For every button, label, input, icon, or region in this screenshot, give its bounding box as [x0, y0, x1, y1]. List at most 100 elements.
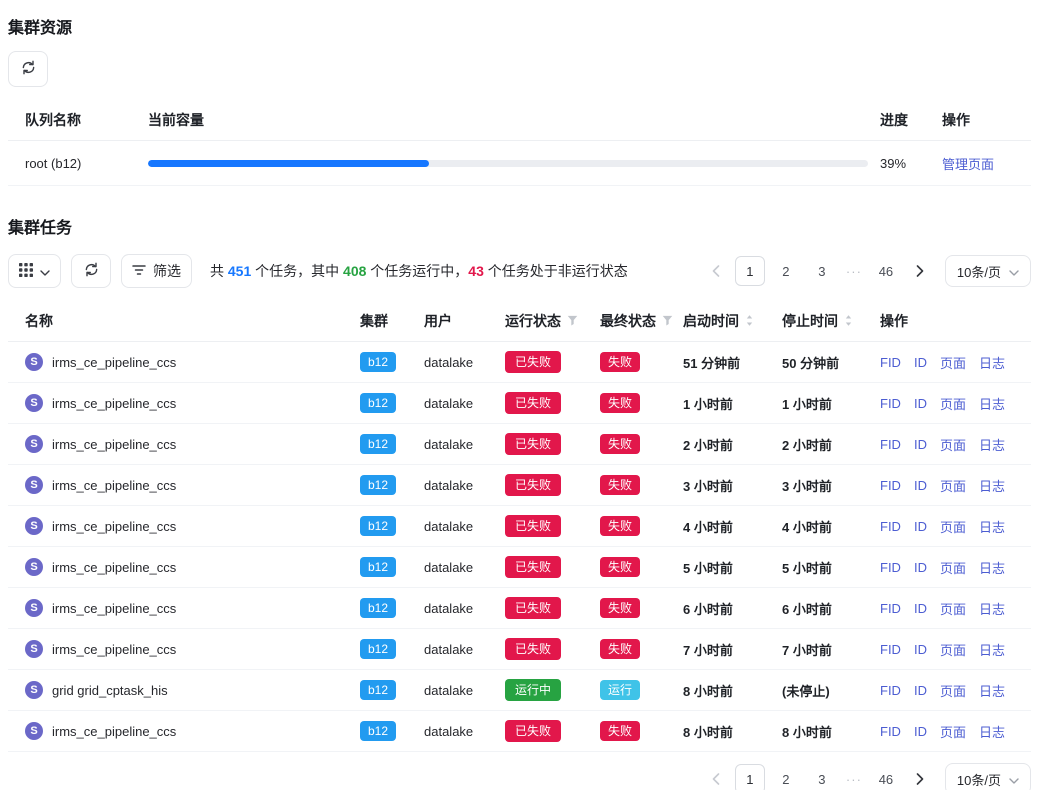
- filter-funnel-icon[interactable]: [662, 315, 673, 326]
- final-status-badge: 失败: [600, 516, 640, 536]
- run-status-badge: 已失败: [505, 433, 561, 455]
- resources-table: 队列名称 当前容量 进度 操作 root (b12) 39% 管理页面: [8, 99, 1031, 186]
- table-row: S irms_ce_pipeline_ccs b12 datalake 已失败 …: [8, 588, 1031, 629]
- stop-time: 4 小时前: [774, 517, 874, 536]
- page-ellipsis[interactable]: ···: [843, 772, 865, 787]
- final-status-cell: 失败: [592, 393, 675, 413]
- start-time-header[interactable]: 启动时间: [675, 311, 774, 331]
- prev-page-button[interactable]: [703, 257, 729, 285]
- fid-link[interactable]: FID: [880, 355, 901, 370]
- log-link[interactable]: 日志: [979, 558, 1005, 577]
- cluster-badge: b12: [360, 680, 396, 700]
- refresh-resources-button[interactable]: [8, 51, 48, 87]
- page-button-3[interactable]: 3: [807, 256, 837, 286]
- table-row: S grid grid_cptask_his b12 datalake 运行中 …: [8, 670, 1031, 711]
- log-link[interactable]: 日志: [979, 681, 1005, 700]
- page-button-2[interactable]: 2: [771, 256, 801, 286]
- user-cell: datalake: [416, 601, 497, 616]
- page-link[interactable]: 页面: [940, 476, 966, 495]
- page-link[interactable]: 页面: [940, 599, 966, 618]
- run-status-badge: 已失败: [505, 351, 561, 373]
- page-button-1[interactable]: 1: [735, 256, 765, 286]
- fid-link[interactable]: FID: [880, 478, 901, 493]
- running-task-count: 408: [343, 263, 366, 279]
- page-button-46[interactable]: 46: [871, 764, 901, 790]
- refresh-tasks-button[interactable]: [71, 254, 111, 288]
- page-button-3[interactable]: 3: [807, 764, 837, 790]
- log-link[interactable]: 日志: [979, 517, 1005, 536]
- page-button-46[interactable]: 46: [871, 256, 901, 286]
- table-row: S irms_ce_pipeline_ccs b12 datalake 已失败 …: [8, 506, 1031, 547]
- id-link[interactable]: ID: [914, 560, 927, 575]
- run-status-cell: 运行中: [497, 679, 592, 701]
- page-link[interactable]: 页面: [940, 640, 966, 659]
- filter-funnel-icon[interactable]: [567, 315, 578, 326]
- id-link[interactable]: ID: [914, 478, 927, 493]
- run-status-cell: 已失败: [497, 474, 592, 496]
- spark-avatar-icon: S: [25, 353, 43, 371]
- run-status-cell: 已失败: [497, 515, 592, 537]
- column-settings-button[interactable]: [8, 254, 61, 288]
- page-link[interactable]: 页面: [940, 722, 966, 741]
- user-name: datalake: [424, 437, 473, 452]
- page-button-2[interactable]: 2: [771, 764, 801, 790]
- id-link[interactable]: ID: [914, 683, 927, 698]
- log-link[interactable]: 日志: [979, 435, 1005, 454]
- run-status-cell: 已失败: [497, 638, 592, 660]
- actions-cell: FID ID 页面 日志: [874, 394, 1031, 413]
- filter-button-label: 筛选: [153, 261, 181, 281]
- page-size-select[interactable]: 10条/页: [945, 763, 1031, 790]
- task-name-cell: S irms_ce_pipeline_ccs: [8, 722, 352, 740]
- page-link[interactable]: 页面: [940, 353, 966, 372]
- log-link[interactable]: 日志: [979, 394, 1005, 413]
- task-name: irms_ce_pipeline_ccs: [52, 437, 176, 452]
- run-status-cell: 已失败: [497, 720, 592, 742]
- manage-page-link[interactable]: 管理页面: [942, 154, 994, 173]
- cluster-cell: b12: [352, 352, 416, 372]
- page-link[interactable]: 页面: [940, 558, 966, 577]
- fid-link[interactable]: FID: [880, 642, 901, 657]
- stop-time-header[interactable]: 停止时间: [774, 311, 874, 331]
- page-ellipsis[interactable]: ···: [843, 264, 865, 279]
- log-link[interactable]: 日志: [979, 353, 1005, 372]
- sort-carets-icon: [844, 314, 853, 327]
- log-link[interactable]: 日志: [979, 476, 1005, 495]
- page-link[interactable]: 页面: [940, 681, 966, 700]
- id-link[interactable]: ID: [914, 355, 927, 370]
- fid-link[interactable]: FID: [880, 437, 901, 452]
- start-time: 3 小时前: [675, 476, 774, 495]
- page-size-select[interactable]: 10条/页: [945, 255, 1031, 287]
- summary-text: 个任务处于非运行状态: [484, 263, 628, 279]
- fid-link[interactable]: FID: [880, 601, 901, 616]
- fid-link[interactable]: FID: [880, 560, 901, 575]
- log-link[interactable]: 日志: [979, 599, 1005, 618]
- id-link[interactable]: ID: [914, 642, 927, 657]
- next-page-button[interactable]: [907, 257, 933, 285]
- stop-time: 50 分钟前: [774, 353, 874, 372]
- page-link[interactable]: 页面: [940, 435, 966, 454]
- log-link[interactable]: 日志: [979, 640, 1005, 659]
- filter-button[interactable]: 筛选: [121, 254, 192, 288]
- page-button-1[interactable]: 1: [735, 764, 765, 790]
- fid-link[interactable]: FID: [880, 396, 901, 411]
- user-name: datalake: [424, 560, 473, 575]
- page-link[interactable]: 页面: [940, 517, 966, 536]
- fid-link[interactable]: FID: [880, 683, 901, 698]
- id-link[interactable]: ID: [914, 519, 927, 534]
- prev-page-button[interactable]: [703, 765, 729, 790]
- id-link[interactable]: ID: [914, 724, 927, 739]
- actions-cell: FID ID 页面 日志: [874, 353, 1031, 372]
- id-link[interactable]: ID: [914, 437, 927, 452]
- stop-time: 3 小时前: [774, 476, 874, 495]
- log-link[interactable]: 日志: [979, 722, 1005, 741]
- stop-time: 2 小时前: [774, 435, 874, 454]
- fid-link[interactable]: FID: [880, 724, 901, 739]
- run-status-badge: 已失败: [505, 638, 561, 660]
- next-page-button[interactable]: [907, 765, 933, 790]
- page-link[interactable]: 页面: [940, 394, 966, 413]
- id-link[interactable]: ID: [914, 396, 927, 411]
- user-name: datalake: [424, 396, 473, 411]
- id-link[interactable]: ID: [914, 601, 927, 616]
- stop-time: 5 小时前: [774, 558, 874, 577]
- fid-link[interactable]: FID: [880, 519, 901, 534]
